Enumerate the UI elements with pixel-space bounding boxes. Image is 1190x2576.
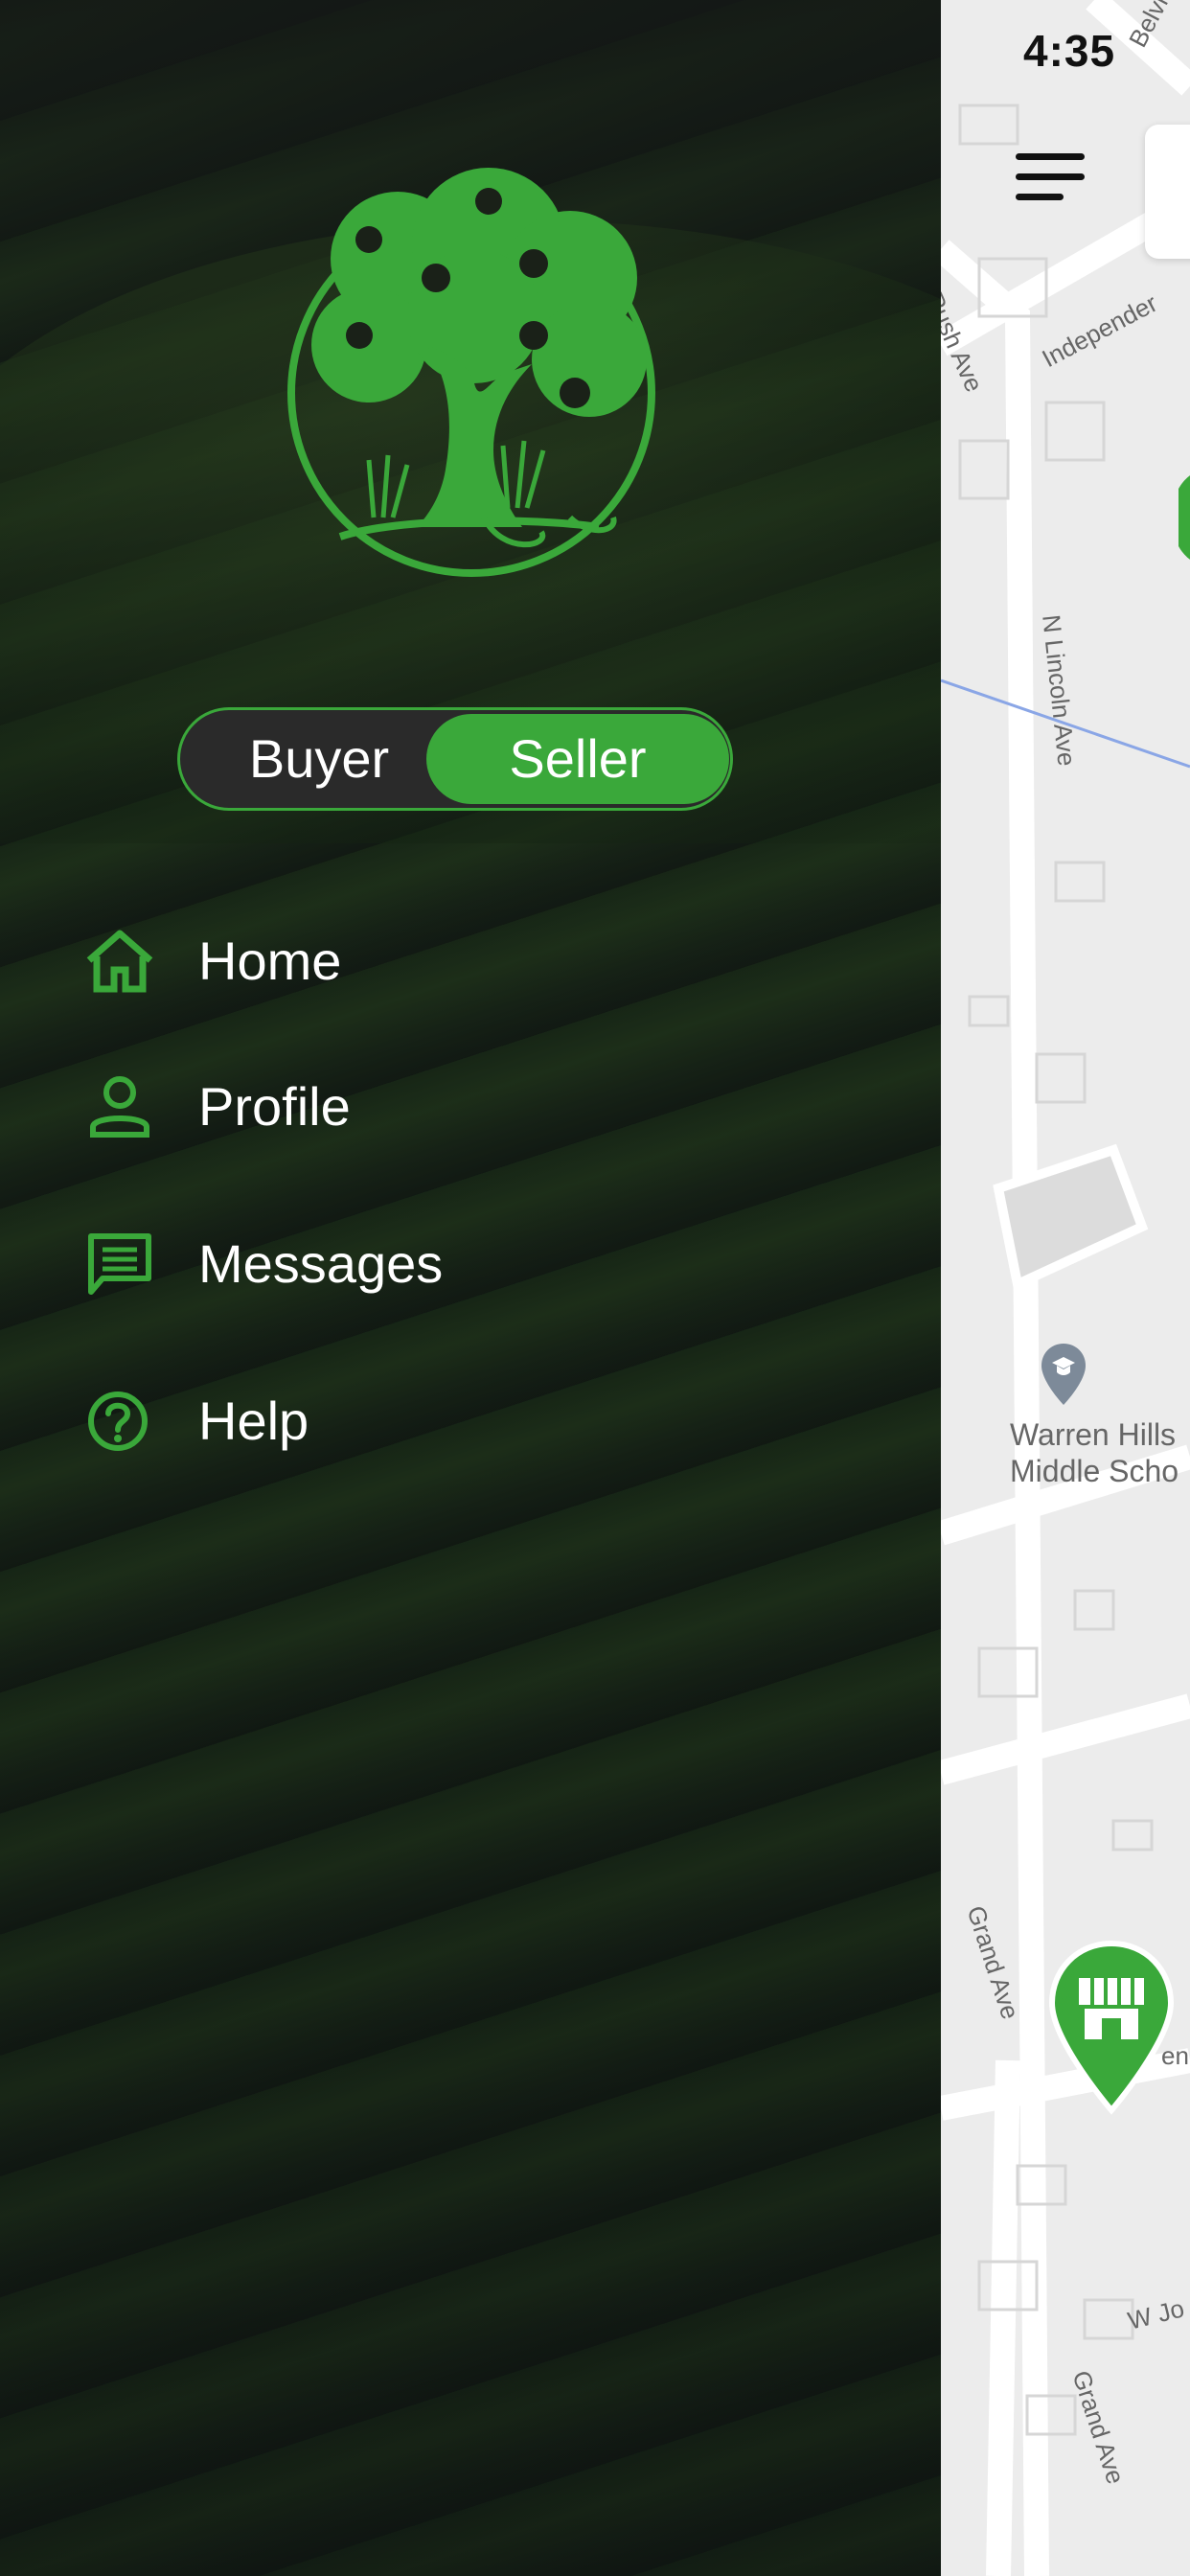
nav-item-messages[interactable]: Messages <box>81 1221 656 1307</box>
nav-label: Messages <box>198 1233 444 1294</box>
home-icon <box>86 930 153 993</box>
role-toggle[interactable]: Buyer Seller <box>177 707 733 811</box>
map-view[interactable]: Belvidere Independer Rush Ave N Lincoln … <box>941 0 1190 2576</box>
message-icon <box>88 1233 151 1295</box>
map-marker-icon[interactable] <box>1179 460 1190 575</box>
help-icon <box>88 1392 148 1451</box>
nav-label: Profile <box>198 1076 351 1137</box>
poi-label: Warren Hills Middle Scho <box>1010 1417 1179 1488</box>
nav-item-home[interactable]: Home <box>81 918 656 1004</box>
seller-option[interactable]: Seller <box>426 714 729 804</box>
status-time: 4:35 <box>1023 26 1116 76</box>
nav-item-help[interactable]: Help <box>81 1378 656 1464</box>
nav-item-profile[interactable]: Profile <box>81 1064 656 1150</box>
tree-logo-icon <box>287 168 655 577</box>
person-icon <box>90 1076 149 1138</box>
nav-label: Help <box>198 1391 309 1451</box>
hamburger-menu-icon[interactable] <box>1016 153 1092 211</box>
nav-label: Home <box>198 931 342 991</box>
buyer-option[interactable]: Buyer <box>209 710 429 808</box>
school-icon <box>1041 1344 1086 1405</box>
search-card[interactable] <box>1145 125 1190 259</box>
store-pin-icon[interactable] <box>1044 1936 1179 2118</box>
